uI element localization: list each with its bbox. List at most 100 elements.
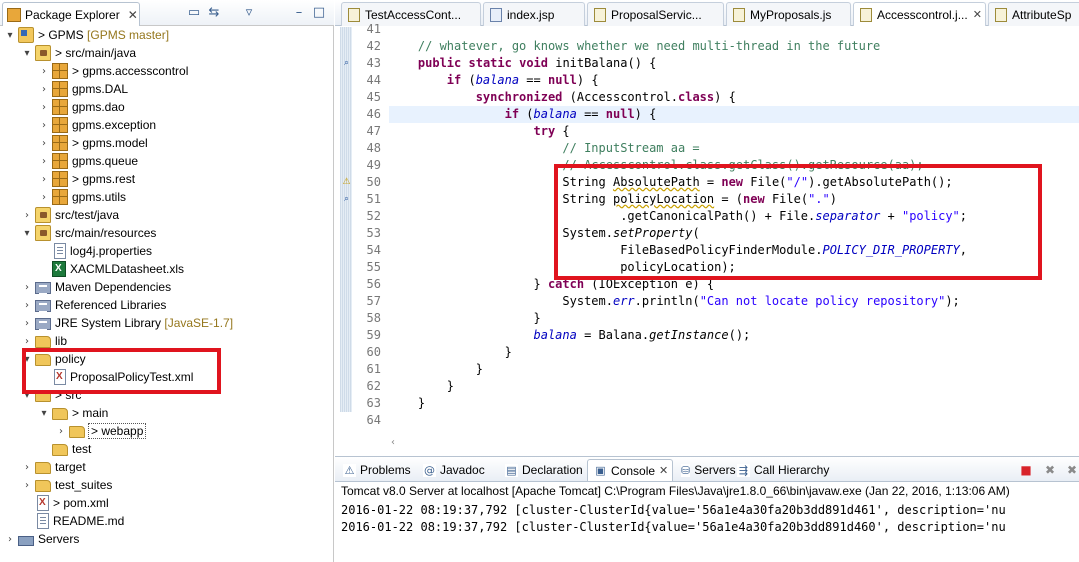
code-line: System.err.println("Can not locate polic… (389, 293, 959, 310)
collapsed-twisty-icon[interactable]: › (4, 530, 16, 548)
tree-item[interactable]: › JRE System Library [JavaSE-1.7] (0, 314, 233, 332)
collapsed-twisty-icon[interactable]: › (38, 80, 50, 98)
tree-item-label: gpms.dao (71, 100, 125, 114)
console-panel-tab[interactable]: @ Javadoc (417, 459, 497, 481)
folder-icon (35, 336, 51, 348)
tree-item[interactable]: XACMLDatasheet.xls (0, 260, 184, 278)
tree-item[interactable]: › src/test/java (0, 206, 119, 224)
java-file-icon (348, 7, 360, 22)
console-line: 2016-01-22 08:19:37,792 [cluster-Cluster… (341, 520, 1006, 534)
collapsed-twisty-icon[interactable]: › (38, 134, 50, 152)
tree-item-decoration: [JavaSE-1.7] (161, 316, 234, 330)
collapsed-twisty-icon[interactable]: › (55, 422, 67, 440)
tree-item[interactable]: › test_suites (0, 476, 112, 494)
tree-item[interactable]: › target (0, 458, 86, 476)
maximize-icon[interactable]: □ (310, 4, 328, 22)
override-marker-icon[interactable]: ⌕ (341, 58, 352, 69)
tree-item[interactable]: › Referenced Libraries (0, 296, 166, 314)
tree-item[interactable]: › Servers (0, 530, 79, 548)
console-panel-tab[interactable]: ⛁ Servers (675, 459, 736, 481)
tree-item[interactable]: › > webapp (0, 422, 147, 440)
collapsed-twisty-icon[interactable]: › (21, 476, 33, 494)
warning-marker-icon[interactable]: ⚠ (341, 177, 352, 188)
close-icon[interactable]: ✕ (973, 8, 982, 21)
tree-item[interactable]: ▾ > main (0, 404, 108, 422)
code-token: ( (461, 73, 476, 87)
collapsed-twisty-icon[interactable]: › (38, 170, 50, 188)
collapsed-twisty-icon[interactable]: › (21, 314, 33, 332)
tree-item[interactable]: › gpms.DAL (0, 80, 128, 98)
minimize-icon[interactable]: – (290, 4, 308, 22)
console-panel-tab[interactable]: ⇶ Call Hierarchy (731, 459, 833, 481)
tree-item-label: Referenced Libraries (54, 298, 166, 312)
console-panel-tab[interactable]: ▤ Declaration (499, 459, 585, 481)
tree-item[interactable]: › > gpms.model (0, 134, 148, 152)
collapsed-twisty-icon[interactable]: › (38, 152, 50, 170)
expanded-twisty-icon[interactable]: ▾ (21, 224, 33, 242)
code-token: ) { (576, 73, 599, 87)
remove-launch-icon[interactable]: ✖ (1043, 463, 1057, 477)
code-token: == (519, 73, 548, 87)
tree-item[interactable]: log4j.properties (0, 242, 152, 260)
editor-tab-label: MyProposals.js (750, 7, 832, 22)
collapsed-twisty-icon[interactable]: › (21, 206, 33, 224)
tree-item[interactable]: > pom.xml (0, 494, 109, 512)
tree-item[interactable]: › gpms.exception (0, 116, 156, 134)
tree-item[interactable]: › gpms.utils (0, 188, 126, 206)
editor-tab[interactable]: MyProposals.js (726, 2, 851, 26)
tree-item[interactable]: › Maven Dependencies (0, 278, 171, 296)
code-token: synchronized (475, 90, 563, 104)
tree-item[interactable]: › gpms.dao (0, 98, 125, 116)
java-file-icon (995, 7, 1007, 22)
remove-all-icon[interactable]: ✖ (1065, 463, 1079, 477)
collapse-all-icon[interactable]: ▭ (185, 4, 203, 22)
collapsed-twisty-icon[interactable]: › (38, 188, 50, 206)
tree-item[interactable]: › > gpms.rest (0, 170, 135, 188)
collapsed-twisty-icon[interactable]: › (38, 116, 50, 134)
collapsed-twisty-icon[interactable]: › (38, 62, 50, 80)
scroll-left-icon[interactable]: ‹ (391, 437, 395, 448)
servers-icon: ⛁ (681, 463, 691, 477)
collapsed-twisty-icon[interactable]: › (21, 458, 33, 476)
code-token: } (389, 345, 512, 359)
java-editor[interactable]: 41 42 43 44 45 46 47 48 49 50 51 52 53 54 55 56 57 58 59 60… (335, 22, 1079, 453)
line-number: 54 (366, 243, 381, 257)
editor-tab[interactable]: Accesscontrol.j... ✕ (853, 2, 986, 26)
tree-item[interactable]: ▾ > src/main/java (0, 44, 136, 62)
tree-item[interactable]: › gpms.queue (0, 152, 138, 170)
editor-tab[interactable]: AttributeSp (988, 2, 1079, 26)
editor-tab[interactable]: index.jsp (483, 2, 585, 26)
tree-item[interactable]: ▾ src/main/resources (0, 224, 156, 242)
tree-item-decoration: [GPMS master] (83, 28, 170, 42)
collapsed-twisty-icon[interactable]: › (21, 296, 33, 314)
console-view[interactable]: Tomcat v8.0 Server at localhost [Apache … (335, 483, 1079, 562)
console-panel-tab[interactable]: ⚠ Problems (337, 459, 415, 481)
code-token: } (389, 396, 426, 410)
tree-item[interactable]: test (0, 440, 91, 458)
horizontal-scrollbar[interactable]: ‹ (389, 437, 1079, 451)
tree-item[interactable]: ▾ > GPMS [GPMS master] (0, 26, 169, 44)
tree-item-name: src/main/resources (55, 226, 157, 240)
link-with-editor-icon[interactable]: ⇆ (205, 4, 223, 22)
console-panel-tab[interactable]: ▣ Console ✕ (587, 459, 673, 481)
expanded-twisty-icon[interactable]: ▾ (21, 44, 33, 62)
terminate-icon[interactable]: ■ (1019, 463, 1033, 477)
collapsed-twisty-icon[interactable]: › (38, 98, 50, 116)
declaration-icon: ▤ (505, 463, 518, 477)
close-icon[interactable]: ✕ (659, 464, 668, 477)
expanded-twisty-icon[interactable]: ▾ (38, 404, 50, 422)
close-icon[interactable]: ✕ (128, 8, 138, 22)
override-marker-icon[interactable]: ⌕ (341, 194, 352, 205)
tree-item[interactable]: README.md (0, 512, 124, 530)
tree-item-label: > gpms.rest (71, 172, 135, 186)
editor-tab[interactable]: ProposalServic... (587, 2, 724, 26)
tree-item-name: XACMLDatasheet.xls (70, 262, 185, 276)
tree-item[interactable]: › > gpms.accesscontrol (0, 62, 188, 80)
expanded-twisty-icon[interactable]: ▾ (4, 26, 16, 44)
code-line: } (389, 310, 540, 327)
collapsed-twisty-icon[interactable]: › (21, 278, 33, 296)
view-menu-icon[interactable]: ▿ (240, 4, 258, 22)
package-explorer-tab[interactable]: Package Explorer ✕ (2, 2, 140, 26)
twisty-placeholder (21, 494, 33, 512)
